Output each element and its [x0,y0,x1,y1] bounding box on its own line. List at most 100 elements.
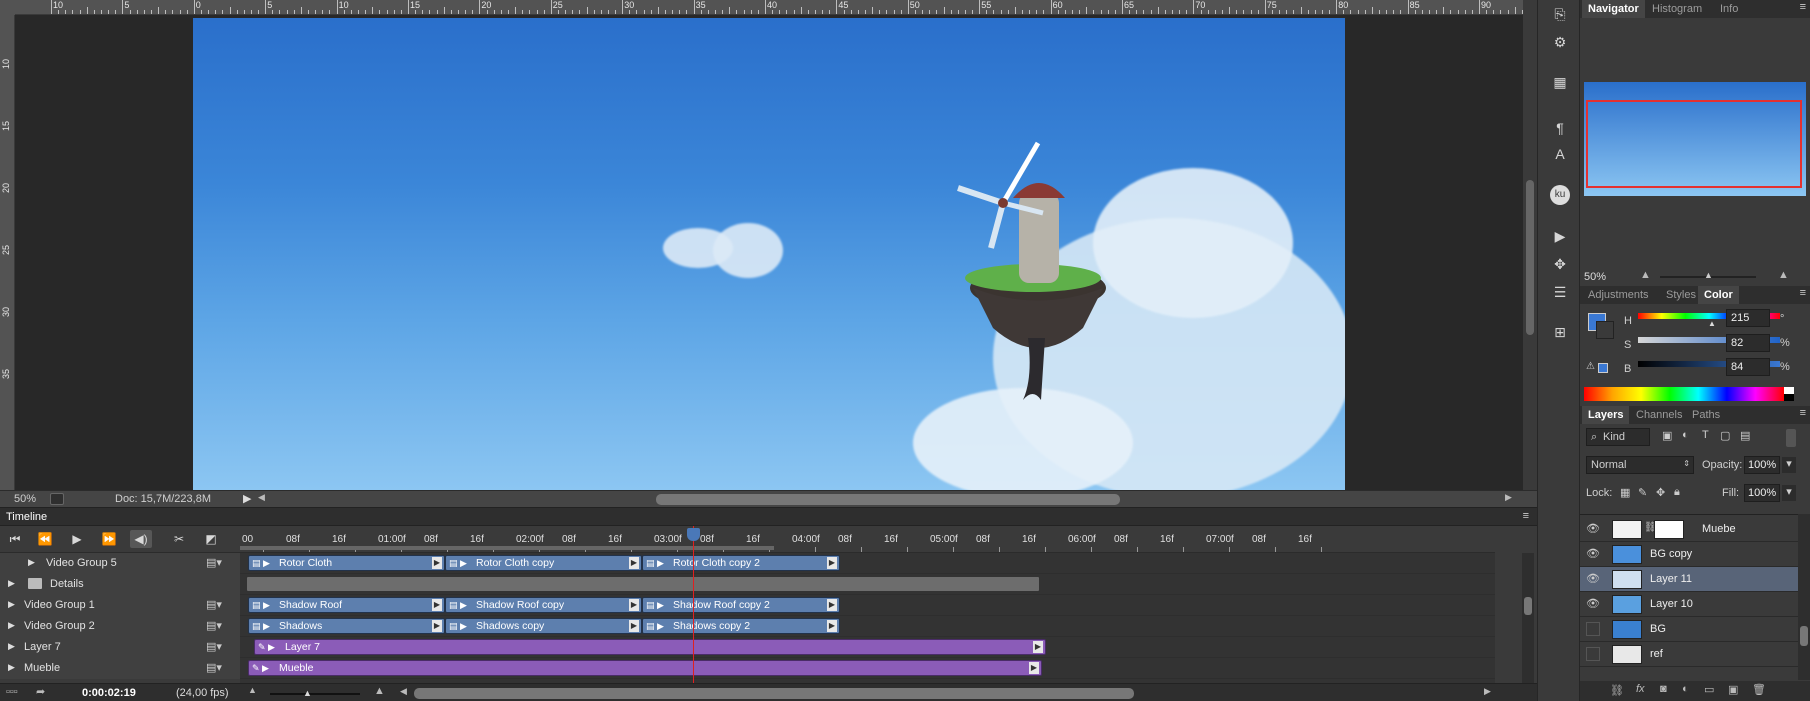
timeline-clip[interactable]: ▤ ▶ Shadows ▶ [248,618,445,634]
clip-menu-icon[interactable]: ▶ [629,599,639,611]
timeline-clip[interactable]: ▤ ▶ Rotor Cloth copy 2 ▶ [642,555,840,571]
brightness-input[interactable] [1726,358,1770,376]
timeline-clip[interactable]: ▤ ▶ Rotor Cloth ▶ [248,555,445,571]
filter-smart-object-icon[interactable]: ▤ [1740,429,1750,442]
playhead-handle[interactable] [687,528,700,541]
ruler-horizontal[interactable]: 10 5 0 5 10 15 20 25 30 35 40 45 50 55 60 65 70 75 80 85 90 [15,0,1523,15]
link-layers-icon[interactable]: ⛓ [1610,684,1624,697]
filter-pixel-icon[interactable]: ▣ [1662,429,1672,442]
fill-input[interactable] [1744,484,1780,502]
layers-panel-menu-icon[interactable]: ≡ [1800,407,1806,419]
zoom-level[interactable]: 50% [14,493,36,505]
timeline-title[interactable]: Timeline [6,511,47,523]
scroll-left-arrow-icon[interactable]: ◀ [258,492,265,503]
timeline-clip[interactable]: ▤ ▶ Shadow Roof ▶ [248,597,445,613]
status-menu-arrow-icon[interactable]: ▶ [243,492,251,505]
track-header[interactable]: ▶ Video Group 1 ▤▾ [0,595,240,616]
layers-list[interactable]: 👁︎ ⛓ Muebe 👁︎ BG copy 👁︎ Layer 11 👁︎ Layer 10 BG r… [1580,514,1798,680]
tab-paths[interactable]: Paths [1686,406,1726,424]
go-first-frame-icon[interactable]: ⏮ [4,530,26,548]
play-icon[interactable]: ▶ [1550,226,1570,246]
layer-name[interactable]: Layer 10 [1650,598,1693,610]
canvas-workspace[interactable] [15,15,1523,490]
timeline-track-row[interactable]: ▶ Video Group 2 ▤▾ ▤ ▶ Shadows ▶ ▤ ▶ Shadows co… [0,616,1537,637]
track-options-icon[interactable]: ▤▾ [206,598,222,611]
layer-thumbnail[interactable] [1612,570,1642,589]
timeline-scroll-left-icon[interactable]: ◀ [400,686,407,697]
clip-menu-icon[interactable]: ▶ [1033,641,1043,653]
zoom-in-icon[interactable]: ▲ [1778,269,1789,281]
timeline-vertical-scrollbar[interactable] [1522,553,1534,683]
layer-thumbnail[interactable] [1612,520,1642,539]
previous-frame-icon[interactable]: ⏪ [34,530,56,548]
clip-menu-icon[interactable]: ▶ [1029,662,1039,674]
canvas-vertical-scroll-thumb[interactable] [1526,180,1534,335]
eye-icon[interactable] [1586,622,1600,636]
lock-all-icon[interactable]: 🔒︎ [1674,486,1680,499]
track-header[interactable]: ▶ Details [0,574,240,595]
expand-arrow-icon[interactable]: ▶ [8,578,15,589]
ruler-vertical[interactable]: 10 15 20 25 30 35 [0,15,15,490]
eye-icon[interactable]: 👁︎ [1586,572,1600,586]
timeline-vertical-scroll-thumb[interactable] [1524,597,1532,615]
tab-histogram[interactable]: Histogram [1646,0,1708,18]
clip-menu-icon[interactable]: ▶ [432,599,442,611]
ruler-corner[interactable] [0,0,15,15]
layer-row[interactable]: 👁︎ ⛓ Muebe [1580,517,1798,542]
status-info-icon[interactable] [50,493,64,505]
lock-image-icon[interactable]: ✎ [1638,486,1647,499]
tab-info[interactable]: Info [1714,0,1744,18]
history-icon[interactable]: ⎘ [1550,4,1570,24]
layer-row[interactable]: 👁︎ Layer 11 [1580,567,1798,592]
swatches-icon[interactable]: ▦ [1550,72,1570,92]
timeline-clip[interactable]: ▤ ▶ Rotor Cloth copy ▶ [445,555,642,571]
document-canvas[interactable] [193,18,1345,490]
eye-icon[interactable]: 👁︎ [1586,597,1600,611]
clip-menu-icon[interactable]: ▶ [827,620,837,632]
timeline-menu-icon[interactable]: ≡ [1523,510,1529,522]
new-group-icon[interactable]: ▭ [1704,683,1714,696]
background-color-swatch[interactable] [1596,321,1614,339]
layer-mask-thumbnail[interactable] [1654,520,1684,539]
eye-icon[interactable] [1586,647,1600,661]
filter-toggle[interactable] [1786,429,1796,447]
render-video-icon[interactable]: ➦ [36,685,45,698]
hue-input[interactable] [1726,309,1770,327]
timeline-zoom-handle[interactable]: ▲ [303,688,312,698]
lock-transparent-icon[interactable]: ▦ [1620,486,1630,499]
tab-styles[interactable]: Styles [1660,286,1702,304]
actions-icon[interactable]: ⚙ [1550,32,1570,52]
layer-thumbnail[interactable] [1612,645,1642,664]
tab-channels[interactable]: Channels [1630,406,1688,424]
black-white-swatch[interactable] [1784,387,1794,401]
canvas-horizontal-scroll-thumb[interactable] [656,494,1120,505]
saturation-input[interactable] [1726,334,1770,352]
delete-layer-icon[interactable]: 🗑︎ [1752,683,1766,696]
track-header[interactable]: ▶ Video Group 5 ▤▾ [0,553,240,574]
paragraph-icon[interactable]: ¶ [1550,118,1570,138]
timeline-clip[interactable]: ▤ ▶ Shadow Roof copy 2 ▶ [642,597,840,613]
expand-arrow-icon[interactable]: ▶ [8,641,15,652]
timeline-clip[interactable]: ▤ ▶ Shadows copy ▶ [445,618,642,634]
track-header[interactable]: ▶ Mueble ▤▾ [0,658,240,679]
group-clip-bar[interactable] [246,576,1040,592]
current-timecode[interactable]: 0:00:02:19 [82,687,136,699]
timeline-scroll-right-icon[interactable]: ▶ [1484,686,1491,697]
panel-menu-icon[interactable]: ≡ [1800,1,1806,13]
timeline-clip[interactable]: ✎ ▶ Mueble ▶ [248,660,1042,676]
websafe-color-swatch[interactable] [1598,363,1608,373]
tab-adjustments[interactable]: Adjustments [1582,286,1655,304]
layers-scroll-thumb[interactable] [1800,626,1808,646]
track-header[interactable]: ▶ Video Group 2 ▤▾ [0,616,240,637]
tab-color[interactable]: Color [1698,286,1739,304]
fill-dropdown-icon[interactable]: ▾ [1782,485,1796,501]
layer-name[interactable]: BG copy [1650,548,1692,560]
layer-name[interactable]: BG [1650,623,1666,635]
kuler-icon[interactable]: ku [1550,185,1570,205]
navigator-zoom-value[interactable]: 50% [1584,271,1606,283]
expand-arrow-icon[interactable]: ▶ [8,620,15,631]
navigator-zoom-handle[interactable]: ▲ [1704,270,1713,280]
layer-style-icon[interactable]: fx [1636,683,1645,695]
track-options-icon[interactable]: ▤▾ [206,661,222,674]
timeline-track-row[interactable]: ▶ Video Group 1 ▤▾ ▤ ▶ Shadow Roof ▶ ▤ ▶ Shadow… [0,595,1537,616]
